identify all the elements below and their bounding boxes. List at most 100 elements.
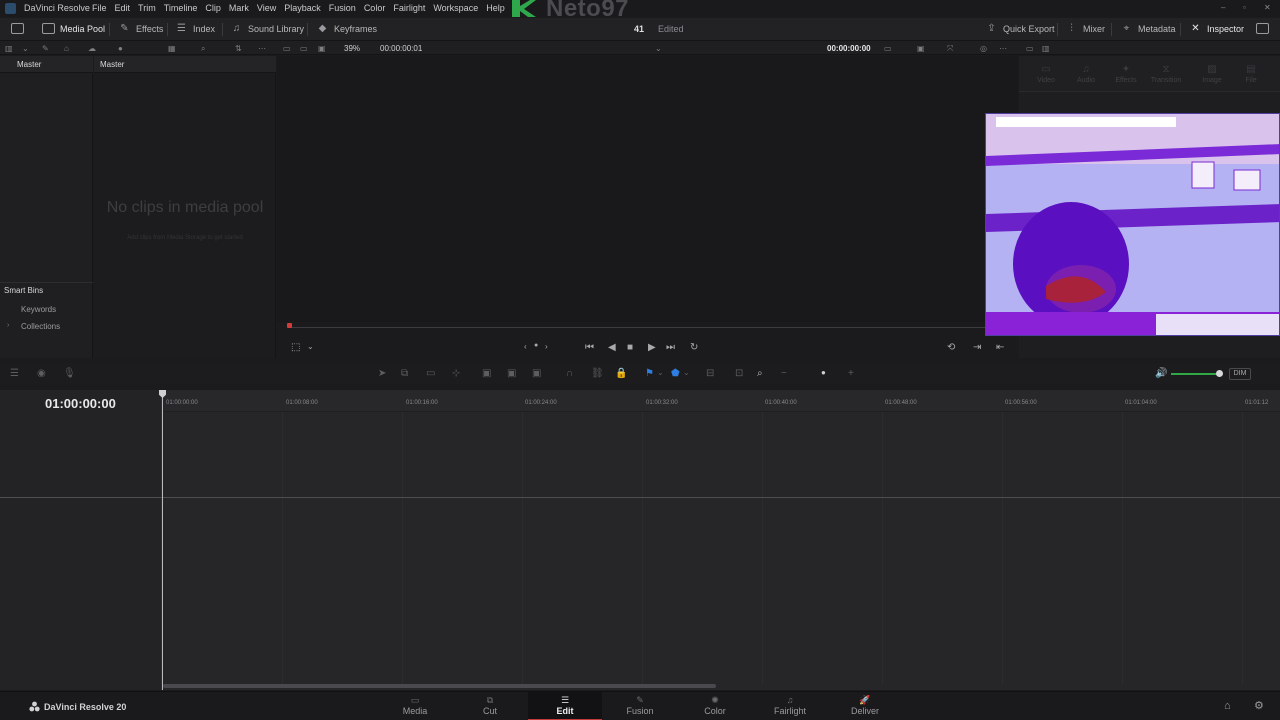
- blade-tool-icon[interactable]: ▭: [426, 368, 435, 379]
- page-cut[interactable]: ⧉ Cut: [453, 692, 527, 720]
- menu-view[interactable]: View: [257, 3, 276, 13]
- page-edit[interactable]: ☰ Edit: [528, 692, 602, 720]
- zoom-in-icon[interactable]: +: [848, 368, 854, 379]
- dot-icon[interactable]: ●: [118, 44, 123, 53]
- viewer-layout-icon[interactable]: ▭: [283, 44, 291, 53]
- page-media[interactable]: ▭ Media: [378, 692, 452, 720]
- overlay-icon[interactable]: ▣: [917, 44, 925, 53]
- chevron-right-icon[interactable]: ›: [7, 322, 9, 329]
- volume-slider[interactable]: [1171, 373, 1219, 375]
- tab-audio[interactable]: ♫ Audio: [1069, 64, 1103, 84]
- menu-file[interactable]: File: [92, 3, 107, 13]
- match-frame-icon[interactable]: ⟲: [947, 342, 955, 353]
- master-bin[interactable]: Master: [17, 60, 41, 69]
- insert-clip-icon[interactable]: ▣: [482, 368, 491, 379]
- viewer-scrubber[interactable]: [288, 327, 994, 328]
- media-pool-button[interactable]: Media Pool: [42, 23, 105, 34]
- sound-library-button[interactable]: ♫ Sound Library: [230, 23, 304, 34]
- grid-view-icon[interactable]: ▦: [168, 44, 176, 53]
- transform-icon[interactable]: ⤧: [947, 44, 953, 54]
- dim-button[interactable]: DIM: [1229, 368, 1251, 380]
- dynamic-trim-icon[interactable]: ⊹: [452, 368, 460, 379]
- snapping-icon[interactable]: ∩: [566, 368, 573, 379]
- tab-image[interactable]: ▨ Image: [1195, 64, 1229, 84]
- pencil-icon[interactable]: ✎: [42, 44, 49, 53]
- collections-bin[interactable]: Collections: [21, 322, 60, 331]
- menu-trim[interactable]: Trim: [138, 3, 156, 13]
- expand-panel-button[interactable]: [1256, 23, 1269, 34]
- chevron-down-icon[interactable]: ⌄: [22, 44, 29, 53]
- menu-workspace[interactable]: Workspace: [433, 3, 478, 13]
- play-icon[interactable]: ▶: [648, 342, 656, 353]
- keywords-bin[interactable]: Keywords: [21, 305, 56, 314]
- menu-timeline[interactable]: Timeline: [164, 3, 198, 13]
- bin-list-icon[interactable]: ▥: [5, 44, 13, 53]
- safe-area-icon[interactable]: ⬚: [291, 342, 300, 353]
- viewer-mode-icon[interactable]: ▭: [884, 44, 892, 53]
- timeline-scrollbar[interactable]: [163, 684, 716, 688]
- link-icon[interactable]: ◉: [37, 368, 46, 379]
- menu-fairlight[interactable]: Fairlight: [393, 3, 425, 13]
- replace-clip-icon[interactable]: ▣: [532, 368, 541, 379]
- skip-to-end-icon[interactable]: ⏭: [666, 342, 675, 353]
- loop-icon[interactable]: ↻: [690, 342, 698, 353]
- tab-video[interactable]: ▭ Video: [1029, 64, 1063, 84]
- filter-icon[interactable]: ⌂: [64, 44, 69, 53]
- menu-fusion[interactable]: Fusion: [329, 3, 356, 13]
- linked-selection-icon[interactable]: ⛓: [591, 368, 604, 379]
- mixer-button[interactable]: ⫶ Mixer: [1065, 23, 1105, 34]
- page-fusion[interactable]: ✎ Fusion: [603, 692, 677, 720]
- page-fairlight[interactable]: ♫ Fairlight: [753, 692, 827, 720]
- tab-file[interactable]: ▤ File: [1234, 64, 1268, 84]
- zoom-full-icon[interactable]: ⊟: [706, 368, 714, 379]
- inspector-button[interactable]: ✕ Inspector: [1189, 23, 1244, 34]
- viewer-canvas[interactable]: [277, 56, 1018, 322]
- chevron-down-icon[interactable]: ⌄: [657, 368, 664, 377]
- flag-icon[interactable]: ⚑: [645, 368, 654, 379]
- tab-transition[interactable]: ⧖ Transition: [1149, 64, 1183, 84]
- timeline-playhead[interactable]: [162, 390, 163, 690]
- close-icon[interactable]: ✕: [1264, 3, 1271, 12]
- color-wheel-icon[interactable]: ◎: [980, 44, 987, 53]
- prev-edit-icon[interactable]: ⇤: [996, 342, 1004, 353]
- keyframes-button[interactable]: ◆ Keyframes: [316, 23, 377, 34]
- menu-color[interactable]: Color: [364, 3, 386, 13]
- menu-help[interactable]: Help: [486, 3, 505, 13]
- chevron-down-icon[interactable]: ⌄: [683, 368, 690, 377]
- viewer-playhead[interactable]: [287, 323, 292, 328]
- menu-playback[interactable]: Playback: [284, 3, 321, 13]
- overwrite-clip-icon[interactable]: ▣: [507, 368, 516, 379]
- quick-export-button[interactable]: ⇪ Quick Export: [985, 23, 1054, 34]
- tab-effects[interactable]: ✦ Effects: [1109, 64, 1143, 84]
- workspace-toggle[interactable]: [11, 23, 24, 34]
- next-edit-icon[interactable]: ⇥: [973, 342, 981, 353]
- skip-to-start-icon[interactable]: ⏮: [585, 342, 594, 353]
- jog-right-icon[interactable]: ›: [545, 342, 548, 351]
- metadata-button[interactable]: ⌖ Metadata: [1120, 23, 1176, 34]
- search-icon[interactable]: ⌕: [201, 44, 205, 54]
- menu-edit[interactable]: Edit: [115, 3, 131, 13]
- index-button[interactable]: ☰ Index: [175, 23, 215, 34]
- trim-tool-icon[interactable]: ⧉: [401, 368, 408, 379]
- jog-left-icon[interactable]: ‹: [524, 342, 527, 351]
- effects-button[interactable]: ✎ Effects: [118, 23, 163, 34]
- volume-knob[interactable]: [1216, 370, 1223, 377]
- stop-icon[interactable]: ■: [627, 342, 633, 353]
- track-options-icon[interactable]: ☰: [10, 368, 19, 379]
- chevron-down-icon[interactable]: ⌄: [307, 342, 314, 351]
- cloud-icon[interactable]: ☁: [88, 44, 96, 53]
- viewer-dual-icon[interactable]: ▣: [318, 44, 326, 53]
- timeline-ruler[interactable]: 01:00:00:00 01:00:08:00 01:00:16:00 01:0…: [163, 390, 1280, 412]
- maximize-icon[interactable]: ▫: [1243, 3, 1246, 12]
- zoom-detail-icon[interactable]: ⊡: [735, 368, 743, 379]
- menu-mark[interactable]: Mark: [229, 3, 249, 13]
- page-color[interactable]: ✺ Color: [678, 692, 752, 720]
- sort-icon[interactable]: ⇅: [235, 44, 242, 53]
- home-icon[interactable]: ⌂: [1224, 700, 1231, 712]
- microphone-icon[interactable]: 🎙: [63, 368, 76, 379]
- gear-icon[interactable]: ⚙: [1254, 699, 1264, 712]
- chevron-down-icon[interactable]: ⌄: [655, 44, 662, 53]
- single-view-icon[interactable]: ▭: [1026, 44, 1034, 53]
- zoom-custom-icon[interactable]: ⌕: [757, 368, 763, 379]
- zoom-slider-knob[interactable]: ●: [821, 368, 826, 377]
